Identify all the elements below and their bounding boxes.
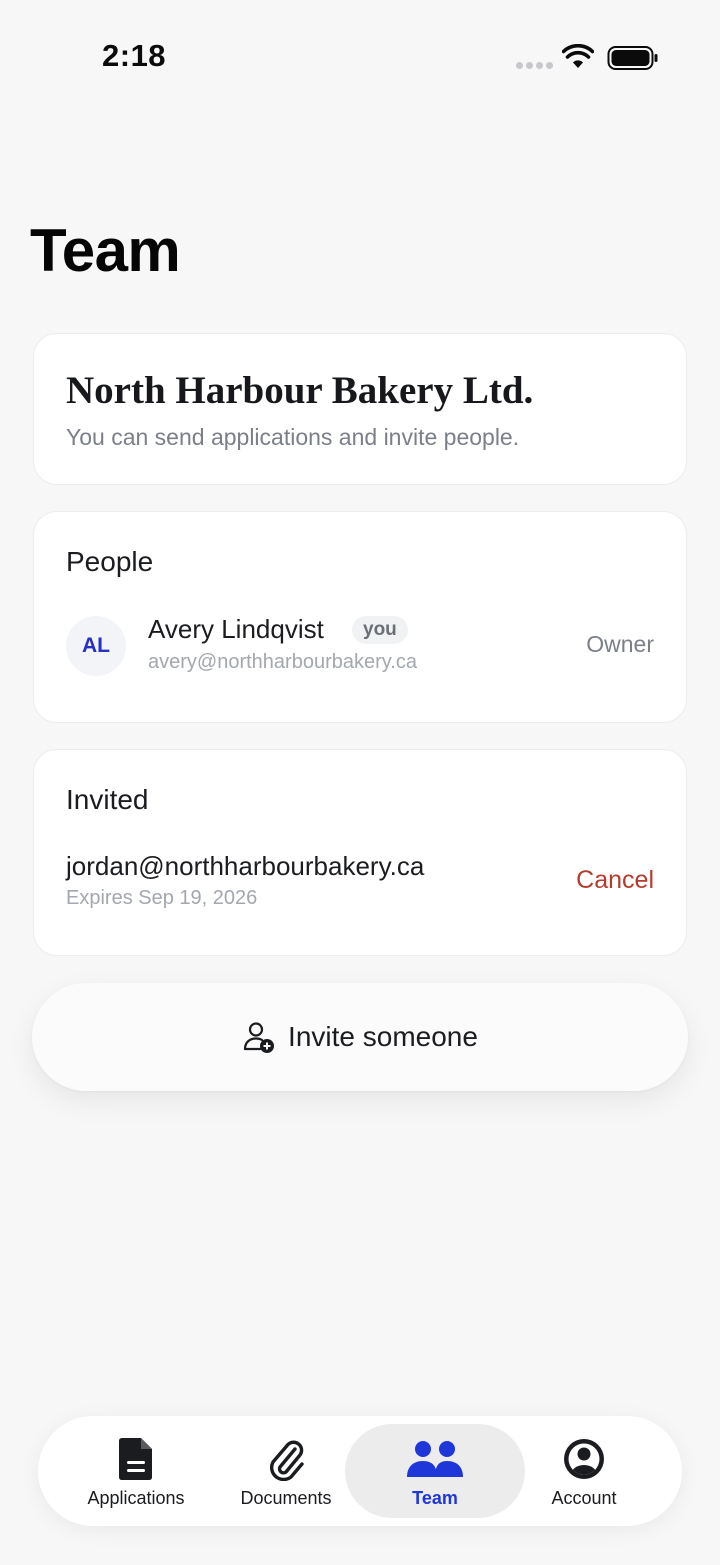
company-card: North Harbour Bakery Ltd. You can send a… (33, 333, 687, 485)
member-email: avery@northharbourbakery.ca (148, 651, 417, 673)
tab-team[interactable]: Team (345, 1424, 525, 1518)
wifi-icon (562, 44, 594, 68)
people-icon (407, 1441, 463, 1477)
tab-account-label: Account (551, 1488, 617, 1508)
company-subtitle: You can send applications and invite peo… (66, 424, 520, 450)
status-bar: 2:18 (0, 0, 720, 110)
user-plus-icon (243, 1022, 275, 1053)
invite-email: jordan@northharbourbakery.ca (66, 851, 425, 881)
avatar: AL (66, 616, 126, 676)
invited-card: Invited jordan@northharbourbakery.ca Exp… (33, 749, 687, 956)
company-name: North Harbour Bakery Ltd. (66, 369, 534, 412)
document-icon (119, 1438, 152, 1480)
cancel-invite-button[interactable]: Cancel (576, 866, 654, 895)
people-section-title: People (66, 546, 154, 577)
paperclip-icon (269, 1440, 304, 1481)
you-badge: you (352, 616, 408, 644)
tab-account[interactable]: Account (506, 1424, 662, 1518)
tab-documents[interactable]: Documents (208, 1424, 364, 1518)
people-card: People AL Avery Lindqvist you avery@nort… (33, 511, 687, 723)
cellular-signal-icon (516, 62, 553, 69)
member-name: Avery Lindqvist (148, 614, 324, 644)
tab-applications-label: Applications (87, 1488, 185, 1508)
battery-icon (607, 46, 658, 70)
invite-someone-label: Invite someone (288, 1021, 478, 1052)
account-circle-icon (564, 1439, 604, 1479)
invite-someone-button[interactable]: Invite someone (32, 983, 688, 1091)
member-role: Owner (586, 631, 654, 657)
status-time: 2:18 (102, 38, 167, 73)
tab-applications[interactable]: Applications (58, 1424, 214, 1518)
tab-team-label: Team (412, 1488, 458, 1508)
tab-bar: Applications Documents Team Account (38, 1416, 682, 1526)
invited-section-title: Invited (66, 784, 149, 815)
page-title: Team (30, 217, 181, 284)
tab-documents-label: Documents (240, 1488, 332, 1508)
invite-expiry: Expires Sep 19, 2026 (66, 887, 258, 909)
